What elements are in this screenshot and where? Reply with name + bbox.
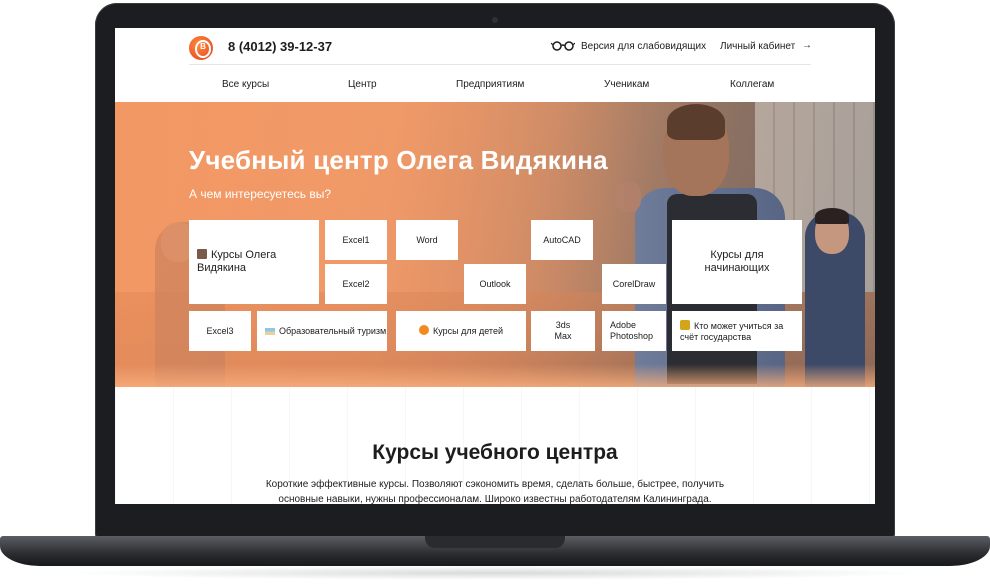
laptop-shadow: [60, 566, 930, 580]
tile-oleg-courses-label: Курсы Олега Видякина: [197, 248, 277, 274]
portrait-icon: [197, 248, 207, 259]
hero-subtitle: А чем интересуетесь вы?: [189, 187, 331, 201]
phone-number[interactable]: 8 (4012) 39-12-37: [228, 39, 332, 54]
laptop-notch: [425, 536, 565, 548]
tile-excel3[interactable]: Excel3: [189, 311, 251, 351]
tile-tourism-label: Образовательный туризм: [279, 325, 387, 336]
personal-cabinet-link[interactable]: Личный кабинет: [720, 41, 795, 52]
header-divider: [189, 64, 811, 65]
tile-3ds-max[interactable]: 3ds Max: [531, 311, 595, 351]
logo-icon[interactable]: [189, 36, 213, 60]
coat-of-arms-icon: [680, 319, 690, 330]
tile-state-funded[interactable]: Кто может учиться за счёт государства: [672, 311, 802, 351]
tile-excel2[interactable]: Excel2: [325, 264, 387, 304]
tile-tourism-content: Образовательный туризм: [265, 326, 386, 337]
courses-section-description: Короткие эффективные курсы. Позволяют сэ…: [265, 479, 725, 504]
tile-outlook[interactable]: Outlook: [464, 264, 526, 304]
website-screen: 8 (4012) 39-12-37 Версия для слабовидящи…: [115, 28, 875, 504]
tile-word[interactable]: Word: [396, 220, 458, 260]
tile-beginners[interactable]: Курсы для начинающих: [672, 220, 802, 304]
tile-state-funded-label: Кто может учиться за счёт государства: [680, 320, 784, 342]
glasses-icon[interactable]: [551, 41, 575, 51]
top-bar: 8 (4012) 39-12-37 Версия для слабовидящи…: [115, 28, 875, 64]
tile-photoshop-label: Adobe Photoshop: [610, 320, 654, 341]
nav-item-center[interactable]: Центр: [348, 79, 377, 90]
tile-3ds-max-label: 3ds Max: [554, 320, 572, 341]
orange-icon: [418, 325, 429, 336]
courses-section-title: Курсы учебного центра: [372, 441, 618, 464]
tile-kids-content: Курсы для детей: [418, 325, 503, 337]
hero-title: Учебный центр Олега Видякина: [189, 145, 608, 175]
nav-item-enterprises[interactable]: Предприятиям: [456, 79, 524, 90]
hero-banner: Учебный центр Олега Видякина А чем интер…: [115, 102, 875, 387]
tile-excel1[interactable]: Excel1: [325, 220, 387, 260]
beach-icon: [265, 327, 275, 335]
nav-item-all-courses[interactable]: Все курсы: [222, 79, 269, 90]
tile-kids[interactable]: Курсы для детей: [396, 311, 526, 351]
arrow-right-icon[interactable]: →: [802, 40, 812, 51]
tile-beginners-label: Курсы для начинающих: [704, 248, 770, 274]
tile-photoshop[interactable]: Adobe Photoshop: [602, 311, 666, 351]
tile-kids-label: Курсы для детей: [432, 326, 503, 337]
nav-item-students[interactable]: Ученикам: [604, 79, 649, 90]
tile-tourism[interactable]: Образовательный туризм: [257, 311, 387, 351]
tile-coreldraw[interactable]: CorelDraw: [602, 264, 666, 304]
tile-state-funded-content: Кто может учиться за счёт государства: [680, 319, 796, 343]
tile-oleg-courses-content: Курсы Олега Видякина: [197, 248, 319, 275]
hero-bottom-fade: [115, 364, 875, 387]
main-nav: Все курсы Центр Предприятиям Ученикам Ко…: [115, 68, 875, 102]
laptop-camera: [492, 17, 498, 23]
vision-impaired-link[interactable]: Версия для слабовидящих: [581, 41, 706, 52]
nav-item-colleagues[interactable]: Коллегам: [730, 79, 774, 90]
tile-autocad[interactable]: AutoCAD: [531, 220, 593, 260]
tile-oleg-courses[interactable]: Курсы Олега Видякина: [189, 220, 319, 304]
